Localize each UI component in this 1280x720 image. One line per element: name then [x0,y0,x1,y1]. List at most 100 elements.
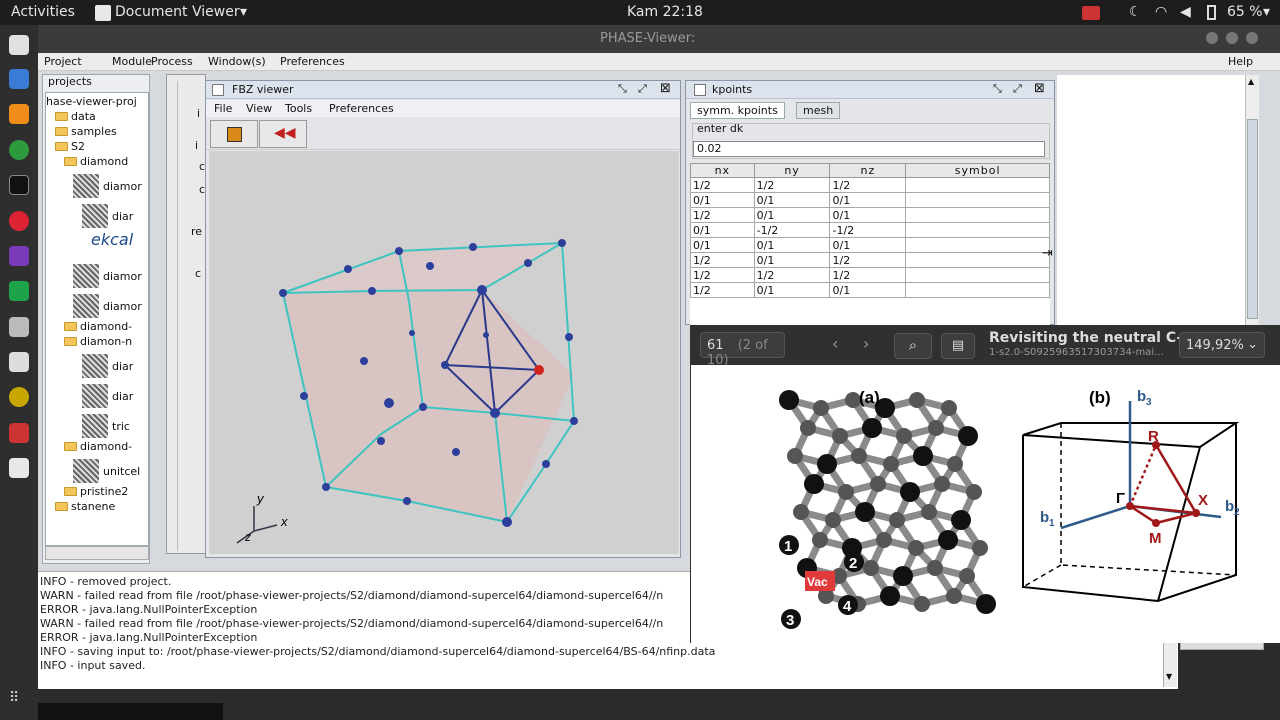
tree-item[interactable]: diamond- [64,320,132,333]
horizontal-scrollbar[interactable] [45,546,149,560]
menu-preferences[interactable]: Preferences [329,102,394,115]
maximize-icon[interactable]: ⤢ [1013,82,1022,96]
prev-page-icon[interactable]: ‹ [832,334,838,353]
mail-icon[interactable] [9,352,29,372]
table-cell[interactable]: 0/1 [753,207,831,223]
menu-help[interactable]: Help [1228,55,1253,68]
table-cell[interactable] [905,267,1050,283]
tree-item[interactable]: samples [55,125,117,138]
table-row[interactable]: 1/2 1/2 1/2 [690,177,1050,193]
tree-item[interactable]: pristine2 [64,485,128,498]
brillouin-zone-canvas[interactable]: y x z [209,151,679,554]
close-icon[interactable]: ⊠ [1034,81,1045,96]
scroll-thumb[interactable] [1247,119,1258,319]
table-cell[interactable]: 1/2 [690,177,755,193]
tab-symm-kpoints[interactable]: symm. kpoints [690,102,785,119]
table-cell[interactable]: 1/2 [690,282,755,298]
tree-item[interactable]: data [55,110,96,123]
page-input[interactable]: 61 (2 of 10) [700,332,785,368]
tree-item[interactable]: diamond- [64,440,132,453]
open-button[interactable] [210,120,258,148]
search-icon[interactable]: ⌕ [894,333,932,359]
menu-process[interactable]: Process [151,55,193,68]
tree-item[interactable]: diar [82,204,133,228]
table-cell[interactable]: 0/1 [829,207,907,223]
tree-item[interactable]: diamor [73,174,142,198]
table-cell[interactable] [905,252,1050,268]
table-cell[interactable]: 0/1 [753,192,831,208]
column-header[interactable]: symbol [905,163,1050,178]
activities-button[interactable]: Activities [11,4,75,20]
menu-file[interactable]: File [214,102,232,115]
column-header[interactable]: nz [829,163,907,178]
table-cell[interactable]: 1/2 [753,177,831,193]
settings-icon[interactable] [9,423,29,443]
system-menu-icon[interactable]: ▾ [1263,4,1270,20]
close-icon[interactable] [1246,32,1258,44]
table-cell[interactable]: 0/1 [829,192,907,208]
pycharm-icon[interactable] [9,281,29,301]
document-viewer-icon[interactable] [9,211,29,231]
tree-item[interactable]: unitcel [73,459,140,483]
menu-tools[interactable]: Tools [285,102,312,115]
dk-input[interactable]: 0.02 [693,141,1045,157]
tree-item[interactable]: stanene [55,500,115,513]
table-cell[interactable]: 1/2 [690,252,755,268]
next-page-icon[interactable]: › [863,334,869,353]
table-row[interactable]: 0/1 0/1 0/1 [690,237,1050,253]
terminal-icon[interactable] [9,175,29,195]
files-icon[interactable] [9,69,29,89]
table-cell[interactable]: 0/1 [753,252,831,268]
tree-item[interactable]: diamor [73,294,142,318]
table-cell[interactable] [905,237,1050,253]
project-tree[interactable]: hase-viewer-proj data samples S2 diamond diam… [45,92,149,546]
scroll-down-icon[interactable]: ▼ [1166,672,1172,681]
table-cell[interactable]: -1/2 [829,222,907,238]
table-row[interactable]: 1/2 0/1 0/1 [690,207,1050,223]
table-cell[interactable]: 0/1 [753,237,831,253]
sublime-icon[interactable] [9,104,29,124]
table-cell[interactable] [905,282,1050,298]
camera-app-icon[interactable] [9,317,29,337]
table-cell[interactable]: 0/1 [829,282,907,298]
table-row[interactable]: 1/2 0/1 0/1 [690,282,1050,298]
doc-icon[interactable] [9,35,29,55]
zoom-select[interactable]: 149,92% ⌄ [1179,332,1265,358]
scroll-up-icon[interactable]: ▲ [1248,77,1254,86]
sidebar-icon[interactable]: ▤ [941,333,975,359]
document-page[interactable]: (a) Vac 1 2 3 4 (b) R X M Γ b 3 b 2 b 1 [691,365,1280,643]
back-button[interactable]: ◀◀ [259,120,307,148]
kpoints-table[interactable]: nx ny nz symbol 1/2 1/2 1/2 0/1 0/1 0/1 1/2 0/1… [690,163,1050,328]
app-icon[interactable] [9,246,29,266]
table-cell[interactable]: 1/2 [829,177,907,193]
table-cell[interactable] [905,177,1050,193]
minimize-icon[interactable]: ⤡ [993,82,1002,96]
table-cell[interactable]: -1/2 [753,222,831,238]
table-row[interactable]: 1/2 0/1 1/2 [690,252,1050,268]
clock[interactable]: Kam 22:18 [627,4,703,20]
table-cell[interactable]: 1/2 [829,252,907,268]
app-grid-icon[interactable]: ⠿ [9,690,29,710]
menu-project[interactable]: Project [44,55,82,68]
table-cell[interactable] [905,207,1050,223]
table-cell[interactable]: 1/2 [829,267,907,283]
tree-item[interactable]: diar [82,384,133,408]
tree-item[interactable]: hase-viewer-proj [46,95,137,108]
menu-view[interactable]: View [246,102,272,115]
tree-item[interactable]: diamon-n [64,335,132,348]
app-menu-button[interactable]: Document Viewer [115,4,240,20]
battery-level[interactable]: 65 % [1227,4,1263,20]
maximize-icon[interactable] [1226,32,1238,44]
table-cell[interactable] [905,192,1050,208]
minimize-icon[interactable] [1206,32,1218,44]
table-cell[interactable]: 1/2 [690,207,755,223]
tree-item[interactable]: tric [82,414,130,438]
table-row[interactable]: 0/1 0/1 0/1 [690,192,1050,208]
table-cell[interactable]: 0/1 [829,237,907,253]
table-row[interactable]: 0/1 -1/2 -1/2 [690,222,1050,238]
table-cell[interactable]: 0/1 [690,192,755,208]
table-cell[interactable]: 0/1 [753,282,831,298]
tree-item[interactable]: diamor [73,264,142,288]
table-cell[interactable]: 0/1 [690,222,755,238]
column-header[interactable]: ny [753,163,831,178]
